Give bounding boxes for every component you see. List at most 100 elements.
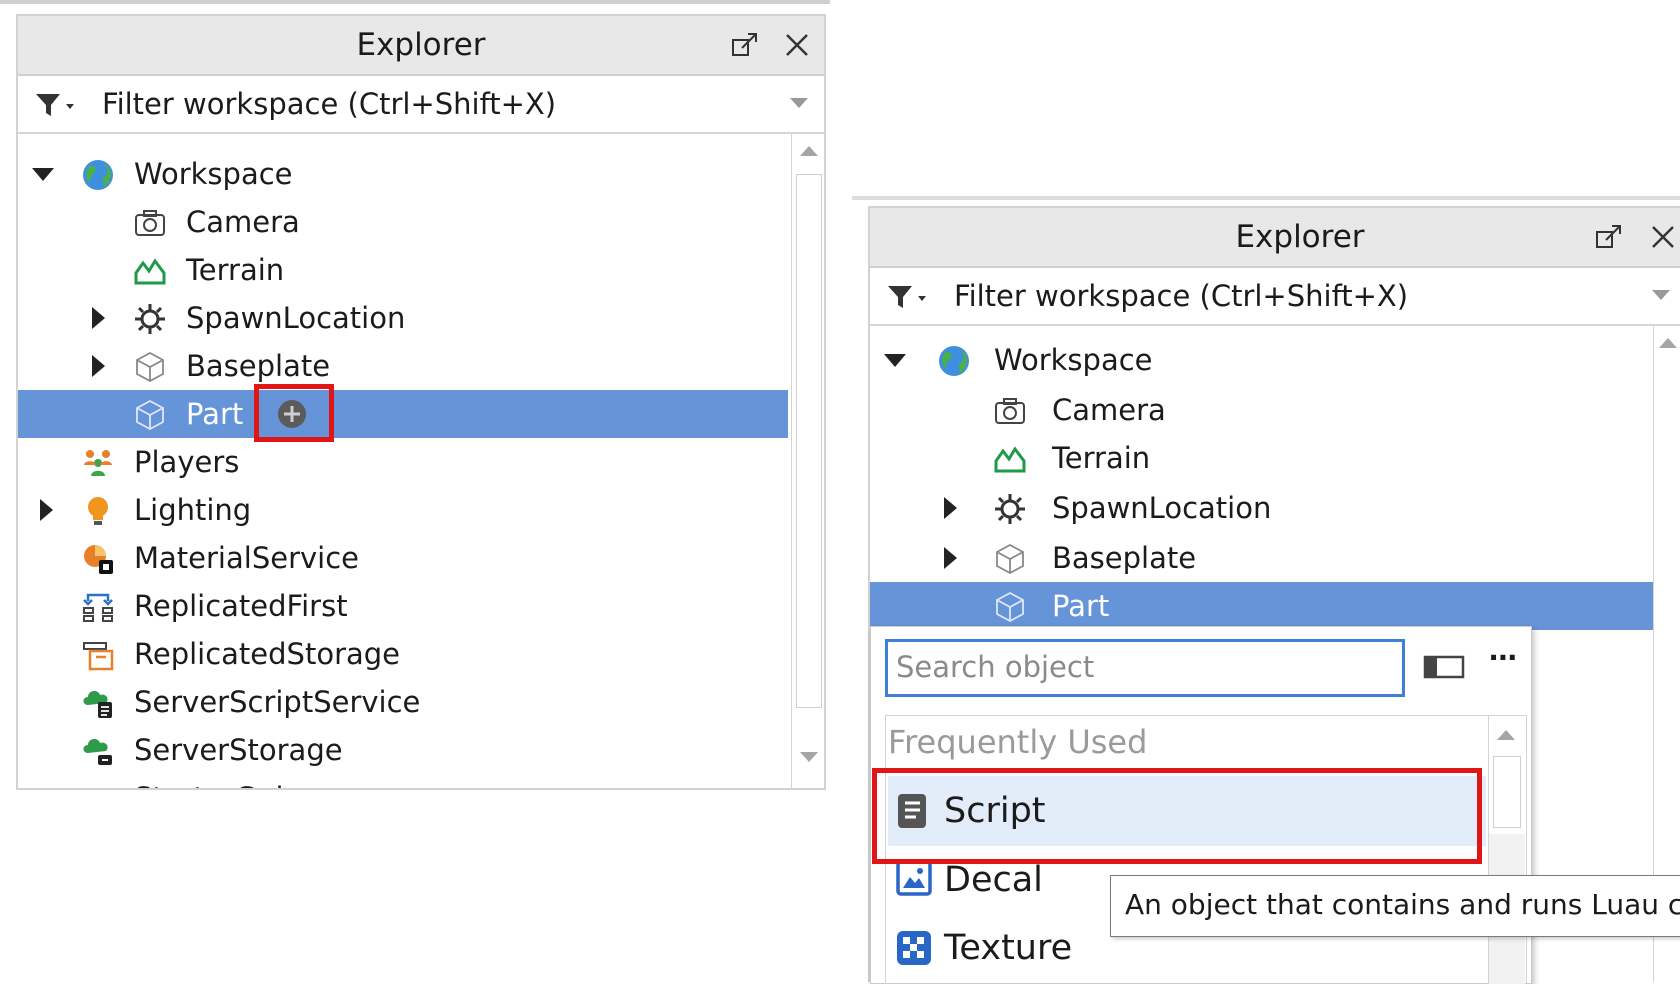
filter-bar[interactable]: Filter workspace (Ctrl+Shift+X) (870, 268, 1680, 326)
filter-input[interactable]: Filter workspace (Ctrl+Shift+X) (102, 76, 556, 132)
server-storage-icon (83, 739, 112, 765)
tree-item-label: ServerStorage (134, 733, 343, 767)
tree-item-label: MaterialService (134, 541, 359, 575)
tree-item-materialservice[interactable]: MaterialService (18, 534, 788, 582)
tree-item-part[interactable]: Part (870, 582, 1654, 630)
globe-icon (83, 160, 113, 190)
tree-item-label: SpawnLocation (1052, 491, 1272, 525)
replicated-first-icon (83, 593, 113, 622)
explorer-title: Explorer (1235, 219, 1365, 255)
lightbulb-icon (88, 497, 108, 525)
tree-item-lighting[interactable]: Lighting (18, 486, 788, 534)
scroll-up-icon[interactable] (1497, 730, 1515, 740)
tree-item-label: Terrain (1052, 441, 1151, 475)
texture-icon (897, 931, 931, 965)
menu-item-label: Texture (944, 928, 1073, 968)
tree-item-spawnlocation[interactable]: SpawnLocation (870, 484, 1654, 532)
explorer-tree: Workspace Camera Terrain SpawnLocation B… (18, 134, 824, 788)
tree-item-label: ReplicatedStorage (134, 637, 401, 671)
scroll-thumb[interactable] (1493, 756, 1521, 828)
close-icon[interactable] (1648, 222, 1678, 252)
tree-item-camera[interactable]: Camera (870, 386, 1654, 434)
tree-item-players[interactable]: Players (18, 438, 788, 486)
scroll-thumb[interactable] (796, 174, 822, 708)
explorer-panel-left: Explorer Filter workspace (Ctrl+Shift+X)… (16, 14, 826, 790)
material-service-icon (84, 545, 113, 574)
top-edge (0, 0, 830, 4)
expand-arrow-icon[interactable] (92, 355, 105, 377)
folder-icon (82, 783, 114, 790)
more-options-icon[interactable]: ⋯ (1489, 641, 1517, 674)
tree-item-terrain[interactable]: Terrain (18, 246, 788, 294)
tree-item-replicatedfirst[interactable]: ReplicatedFirst (18, 582, 788, 630)
expand-arrow-icon[interactable] (92, 307, 105, 329)
view-toggle-icon[interactable] (1423, 653, 1465, 681)
tree-item-label: Workspace (134, 157, 293, 191)
scroll-down-icon[interactable] (800, 752, 818, 762)
cube-icon (136, 351, 164, 383)
tree-item-label: Baseplate (1052, 541, 1197, 575)
expand-arrow-icon[interactable] (884, 354, 906, 367)
highlight-box-insert (254, 384, 334, 442)
tree-item-camera[interactable]: Camera (18, 198, 788, 246)
cube-icon (136, 399, 164, 431)
section-header-frequently-used: Frequently Used (888, 716, 1488, 768)
undock-icon[interactable] (1594, 222, 1624, 252)
globe-icon (939, 346, 969, 376)
terrain-icon (994, 446, 1026, 473)
tree-item-label: ReplicatedFirst (134, 589, 348, 623)
tree-item-replicatedstorage[interactable]: ReplicatedStorage (18, 630, 788, 678)
replicated-storage-icon (83, 642, 114, 671)
filter-icon[interactable] (886, 282, 936, 312)
tree-item-label: SpawnLocation (186, 301, 406, 335)
tree-item-label: Players (134, 445, 240, 479)
tree-item-label: Camera (186, 205, 300, 239)
expand-arrow-icon[interactable] (944, 547, 957, 569)
scroll-up-icon[interactable] (800, 146, 818, 156)
scroll-up-icon[interactable] (1659, 338, 1677, 348)
expand-arrow-icon[interactable] (40, 499, 53, 521)
scrollbar[interactable] (791, 134, 824, 788)
tree-item-startergui[interactable]: StarterGui (18, 774, 788, 790)
tree-item-serverstorage[interactable]: ServerStorage (18, 726, 788, 774)
highlight-box-script (872, 768, 1482, 864)
chevron-down-icon[interactable] (790, 98, 808, 108)
tree-item-label: Camera (1052, 393, 1166, 427)
tree-item-label: Baseplate (186, 349, 331, 383)
close-icon[interactable] (782, 30, 812, 60)
camera-icon (135, 210, 165, 236)
popup-scrollbar[interactable] (1488, 716, 1525, 984)
tree-item-spawnlocation[interactable]: SpawnLocation (18, 294, 788, 342)
tree-item-label: Part (1052, 589, 1110, 623)
terrain-icon (134, 258, 166, 285)
tree-item-label: Lighting (134, 493, 252, 527)
tree-item-workspace[interactable]: Workspace (18, 150, 788, 198)
tree-item-label: ServerScriptService (134, 685, 421, 719)
filter-icon[interactable] (34, 90, 84, 120)
expand-arrow-icon[interactable] (944, 497, 957, 519)
filter-input[interactable]: Filter workspace (Ctrl+Shift+X) (954, 268, 1408, 324)
tree-item-label: Terrain (186, 253, 285, 287)
cube-icon (996, 543, 1024, 575)
gear-icon (995, 494, 1025, 524)
chevron-down-icon[interactable] (1652, 290, 1670, 300)
undock-icon[interactable] (730, 30, 760, 60)
explorer-titlebar: Explorer (18, 16, 824, 76)
tree-item-workspace[interactable]: Workspace (870, 336, 1654, 384)
filter-bar[interactable]: Filter workspace (Ctrl+Shift+X) (18, 76, 824, 134)
decal-icon (896, 860, 932, 896)
gear-icon (135, 304, 165, 334)
tree-item-part[interactable]: Part (18, 390, 788, 438)
explorer-title: Explorer (356, 27, 486, 63)
search-object-input[interactable]: Search object (885, 639, 1405, 697)
expand-arrow-icon[interactable] (32, 168, 54, 181)
camera-icon (995, 398, 1025, 424)
tree-item-baseplate[interactable]: Baseplate (18, 342, 788, 390)
server-script-service-icon (83, 691, 112, 718)
tree-item-serverscriptservice[interactable]: ServerScriptService (18, 678, 788, 726)
tree-item-baseplate[interactable]: Baseplate (870, 534, 1654, 582)
tree-item-label: StarterGui (134, 774, 284, 788)
top-edge (852, 196, 1680, 200)
tooltip-script-description: An object that contains and runs Luau co (1110, 875, 1680, 937)
tree-item-terrain[interactable]: Terrain (870, 434, 1654, 482)
